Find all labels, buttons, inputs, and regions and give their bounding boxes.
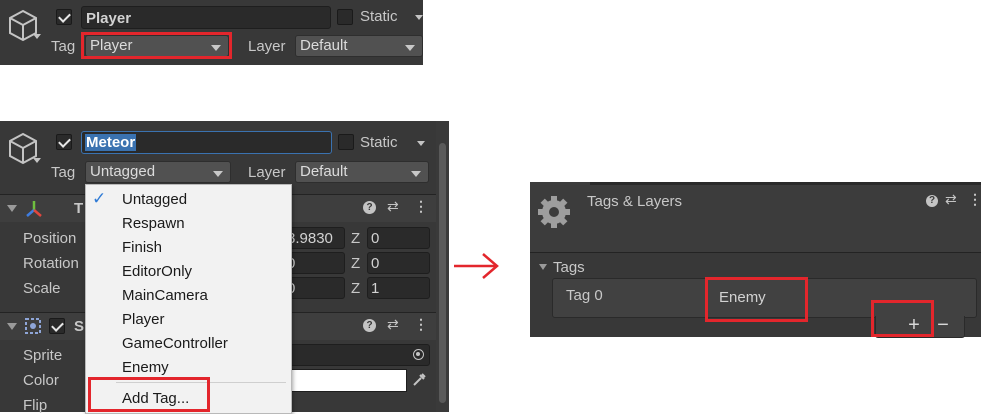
tag-value: Untagged (90, 163, 156, 180)
tag-menu-item[interactable]: ✓ Untagged (86, 188, 291, 212)
active-checkbox[interactable] (56, 9, 72, 25)
static-dropdown-arrow[interactable] (415, 15, 423, 20)
color-field[interactable] (283, 369, 407, 392)
tag-menu-item[interactable]: MainCamera (86, 284, 291, 308)
inspector-player-header: Player Static Tag Player Layer Default (0, 0, 423, 65)
tag-menu-item-label: EditorOnly (122, 263, 193, 280)
object-name-field[interactable]: Meteor (81, 131, 332, 154)
scale-label: Scale (23, 280, 61, 297)
scale-z-field[interactable]: 1 (367, 277, 430, 299)
tag-menu-item-label: Player (122, 311, 165, 328)
tag-0-label: Tag 0 (566, 287, 603, 304)
static-label: Static (360, 134, 398, 151)
layer-label: Layer (248, 38, 286, 55)
tags-layers-panel: Tags & Layers ? ⇄ ⋮ Tags Tag 0 Enemy + − (530, 182, 981, 338)
kebab-icon[interactable]: ⋮ (414, 316, 428, 333)
object-name-text: Player (86, 10, 132, 27)
sprite-field[interactable] (283, 344, 430, 366)
tag-menu-item[interactable]: GameController (86, 332, 291, 356)
static-checkbox[interactable] (337, 9, 353, 25)
position-label: Position (23, 230, 77, 247)
tag-menu-item-label: GameController (122, 335, 228, 352)
layer-value: Default (300, 163, 348, 180)
kebab-icon[interactable]: ⋮ (414, 198, 428, 215)
kebab-icon[interactable]: ⋮ (968, 191, 981, 208)
checkmark-icon: ✓ (92, 189, 107, 208)
object-picker-icon[interactable] (413, 349, 424, 360)
position-z-field[interactable]: 0 (367, 227, 430, 249)
rotation-z-field[interactable]: 0 (367, 252, 430, 274)
tags-layers-title: Tags & Layers (587, 193, 683, 210)
eyedropper-icon[interactable] (409, 369, 430, 390)
minus-icon: − (937, 314, 949, 336)
scale-z-value: 1 (371, 280, 380, 297)
preset-icon[interactable]: ⇄ (387, 198, 399, 215)
cube-dropdown-arrow[interactable] (33, 34, 41, 39)
chevron-down-icon (405, 45, 415, 51)
highlight-add-tag (88, 377, 210, 412)
tags-layers-header: Tags & Layers ? ⇄ ⋮ (530, 182, 981, 253)
rotation-z-label: Z (351, 255, 361, 272)
header-top-strip (590, 182, 981, 185)
position-x-value: 8.9830 (287, 230, 333, 247)
preset-icon[interactable]: ⇄ (387, 316, 399, 333)
scrollbar-thumb[interactable] (439, 143, 446, 403)
static-label: Static (360, 8, 398, 25)
object-name-field[interactable]: Player (81, 6, 331, 29)
tag-menu-item[interactable]: EditorOnly (86, 260, 291, 284)
tag-dropdown[interactable]: Untagged (85, 161, 231, 183)
transform-title: T (74, 200, 84, 217)
static-checkbox[interactable] (338, 134, 354, 150)
tags-foldout-label[interactable]: Tags (553, 259, 585, 276)
position-z-value: 0 (371, 230, 380, 247)
sprite-icon (25, 318, 41, 334)
rotation-label: Rotation (23, 255, 79, 272)
scale-z-label: Z (351, 280, 361, 297)
flip-label: Flip (23, 397, 48, 414)
tag-menu-item-label: MainCamera (122, 287, 208, 304)
sprite-label: Sprite (23, 347, 63, 364)
arrow-right-icon (454, 253, 499, 279)
active-checkbox[interactable] (56, 134, 72, 150)
scale-x-field[interactable]: 0 (283, 277, 345, 299)
tag-menu-item-label: Respawn (122, 215, 185, 232)
tag-menu-item[interactable]: Respawn (86, 212, 291, 236)
tag-menu-item-label: Untagged (122, 191, 188, 208)
tag-label: Tag (51, 164, 76, 181)
scrollbar[interactable] (436, 121, 449, 412)
position-z-label: Z (351, 230, 361, 247)
chevron-down-icon (411, 171, 421, 177)
layer-value: Default (300, 37, 348, 54)
layer-dropdown[interactable]: Default (295, 35, 423, 57)
gear-icon (538, 196, 570, 228)
chevron-down-icon (213, 171, 223, 177)
help-icon[interactable]: ? (926, 195, 938, 207)
highlight-tag-dropdown (81, 32, 232, 59)
static-dropdown-arrow[interactable] (417, 141, 425, 146)
help-icon[interactable]: ? (363, 319, 376, 332)
tags-foldout-arrow-icon[interactable] (539, 264, 547, 270)
foldout-arrow-icon[interactable] (7, 323, 17, 330)
sprite-renderer-title: S (74, 318, 85, 335)
help-icon[interactable]: ? (363, 201, 376, 214)
object-name-text: Meteor (85, 134, 137, 151)
position-x-field[interactable]: 8.9830 (283, 227, 345, 249)
tag-menu-item-label: Enemy (122, 359, 169, 376)
tag-label: Tag (51, 38, 76, 55)
transform-axes-icon (26, 201, 42, 217)
tag-menu-item-label: Finish (122, 239, 163, 256)
tag-menu-item[interactable]: Finish (86, 236, 291, 260)
rotation-z-value: 0 (371, 255, 380, 272)
rotation-x-field[interactable]: 0 (283, 252, 345, 274)
preset-icon[interactable]: ⇄ (945, 191, 957, 208)
highlight-tag-value (705, 277, 808, 322)
foldout-arrow-icon[interactable] (7, 205, 17, 212)
highlight-add-button (871, 300, 934, 337)
layer-label: Layer (248, 164, 286, 181)
layer-dropdown[interactable]: Default (295, 161, 429, 183)
sprite-renderer-enabled-checkbox[interactable] (49, 318, 65, 334)
cube-dropdown-arrow[interactable] (33, 158, 41, 163)
tag-menu-item[interactable]: Player (86, 308, 291, 332)
color-label: Color (23, 372, 59, 389)
